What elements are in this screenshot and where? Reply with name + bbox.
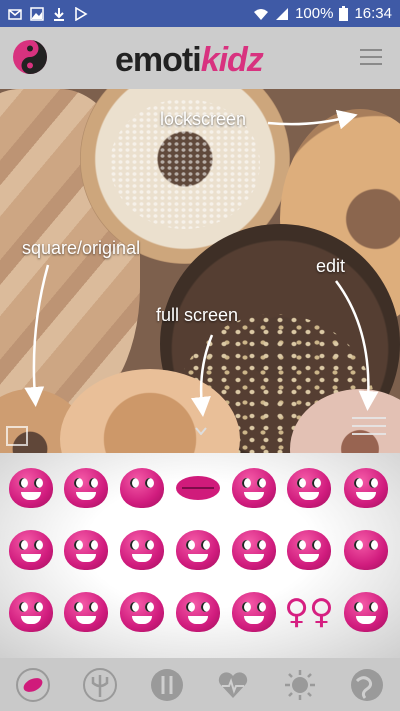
signal-icon [276,7,289,20]
logo-text-kidz: kidz [200,41,264,79]
wink-emoji[interactable] [173,587,223,637]
heart-eyes-emoji[interactable] [229,525,279,575]
full-screen-button[interactable] [195,427,207,435]
logo-text-emoti: emoti [115,41,202,79]
mail-icon [8,8,22,20]
lips-icon[interactable] [173,463,223,513]
full-screen-label: full screen [156,305,239,325]
emoji-grid: ♀♀ [0,453,400,658]
app-header: emotikidz [0,27,400,89]
cutlery-nav-icon[interactable] [147,665,187,705]
yin-yang-icon[interactable] [12,39,48,75]
app-logo: emotikidz [115,41,264,80]
squint-laugh-emoji[interactable] [61,525,111,575]
image-icon [30,6,44,21]
cake-emoji[interactable] [284,463,334,513]
kiss-hearts-emoji[interactable] [117,463,167,513]
female-symbols-icon[interactable]: ♀♀ [284,587,334,637]
smirk-emoji[interactable] [341,587,391,637]
sun-nav-icon[interactable] [280,665,320,705]
grin-emoji[interactable] [61,463,111,513]
kiss-emoji[interactable] [341,525,391,575]
thumbs-up-emoji[interactable] [173,525,223,575]
clock: 16:34 [354,5,392,22]
lockscreen-label: lockscreen [160,109,247,129]
play-store-icon [75,6,88,21]
laughing-emoji[interactable] [6,463,56,513]
download-icon [54,7,64,21]
heartbeat-nav-icon[interactable] [213,665,253,705]
thumbs-up-emoji[interactable] [117,525,167,575]
wifi-icon [254,8,269,20]
angel-emoji[interactable] [229,587,279,637]
globe-nav-icon[interactable] [347,665,387,705]
battery-icon [339,6,349,21]
wallpaper-preview[interactable]: lockscreen square/original edit full scr… [0,89,400,453]
thumbs-up-emoji[interactable] [117,587,167,637]
square-original-label: square/original [22,238,141,258]
edit-button[interactable] [352,411,386,445]
edit-label: edit [316,256,346,276]
status-bar: 100% 16:34 [0,0,400,27]
battery-percent: 100% [295,5,334,22]
money-emoji[interactable] [61,587,111,637]
heart-eyes-emoji[interactable] [284,525,334,575]
menu-icon[interactable] [360,49,382,65]
tongue-out-emoji[interactable] [6,587,56,637]
square-original-button[interactable] [6,426,28,446]
thumbs-up-emoji[interactable] [229,463,279,513]
bottom-nav [0,658,400,711]
laugh-tears-emoji[interactable] [341,463,391,513]
big-smile-emoji[interactable] [6,525,56,575]
trident-nav-icon[interactable] [80,665,120,705]
lips-nav-icon[interactable] [13,665,53,705]
